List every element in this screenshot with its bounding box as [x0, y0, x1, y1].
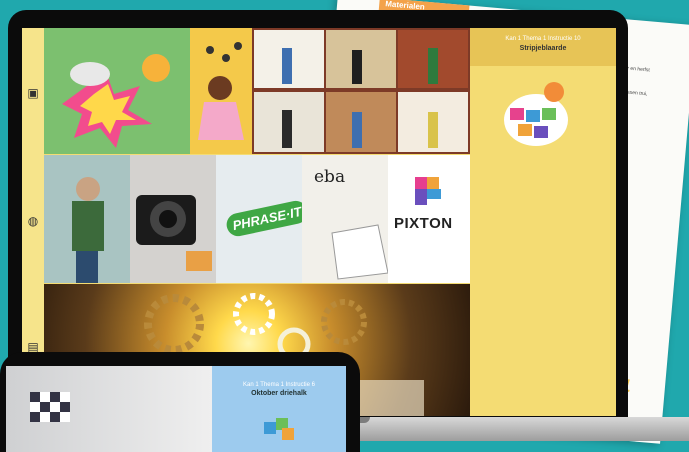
tablet-photo[interactable]: [6, 366, 212, 452]
tablet-lesson-panel: Kan 1 Thema 1 Instructie 6 Oktober drieh…: [212, 366, 346, 452]
comic-strip-tile[interactable]: [252, 28, 470, 154]
image-icon[interactable]: ▣: [25, 86, 41, 100]
tablet-illustration-icon: [264, 418, 294, 440]
comic-burst-icon: [62, 54, 170, 148]
phrase-it-logo: PHRASE·IT: [224, 198, 302, 239]
letters-text: eba: [314, 167, 346, 187]
pixton-logo-icon: [415, 177, 441, 205]
photographer-photo-tile[interactable]: [44, 155, 130, 283]
photographer-icon: [44, 155, 130, 283]
lesson-subtitle: Kan 1 Thema 1 Instructie 10: [505, 36, 581, 42]
pixton-tile[interactable]: PIXTON: [388, 155, 470, 283]
phrase-it-tile[interactable]: PHRASE·IT: [216, 155, 302, 283]
pixton-label: PIXTON: [394, 215, 453, 232]
comic-tile-superhero[interactable]: [44, 28, 190, 154]
globe-icon[interactable]: ◍: [25, 214, 41, 228]
lesson-title: Stripjeblaarde: [519, 45, 567, 52]
letters-collage-tile[interactable]: eba: [302, 155, 388, 283]
comic-strip-panels-icon: [254, 30, 468, 152]
lesson-header: Kan 1 Thema 1 Instructie 10 Stripjeblaar…: [470, 28, 616, 66]
tablet-subtitle: Kan 1 Thema 1 Instructie 6: [243, 382, 315, 388]
tablet-title: Oktober driehalk: [251, 390, 307, 397]
camera-icon: [130, 155, 216, 283]
camera-photo-tile[interactable]: [130, 155, 216, 283]
lesson-illustration-icon: [504, 82, 568, 146]
tablet: Kan 1 Thema 1 Instructie 6 Oktober drieh…: [0, 352, 360, 452]
comic-tile-dancer[interactable]: [190, 28, 252, 154]
dancer-icon: [198, 42, 244, 140]
lesson-side-panel: Kan 1 Thema 1 Instructie 10 Stripjeblaar…: [470, 28, 616, 416]
checkered-flag-icon: [30, 392, 70, 422]
tablet-screen: Kan 1 Thema 1 Instructie 6 Oktober drieh…: [6, 366, 346, 452]
